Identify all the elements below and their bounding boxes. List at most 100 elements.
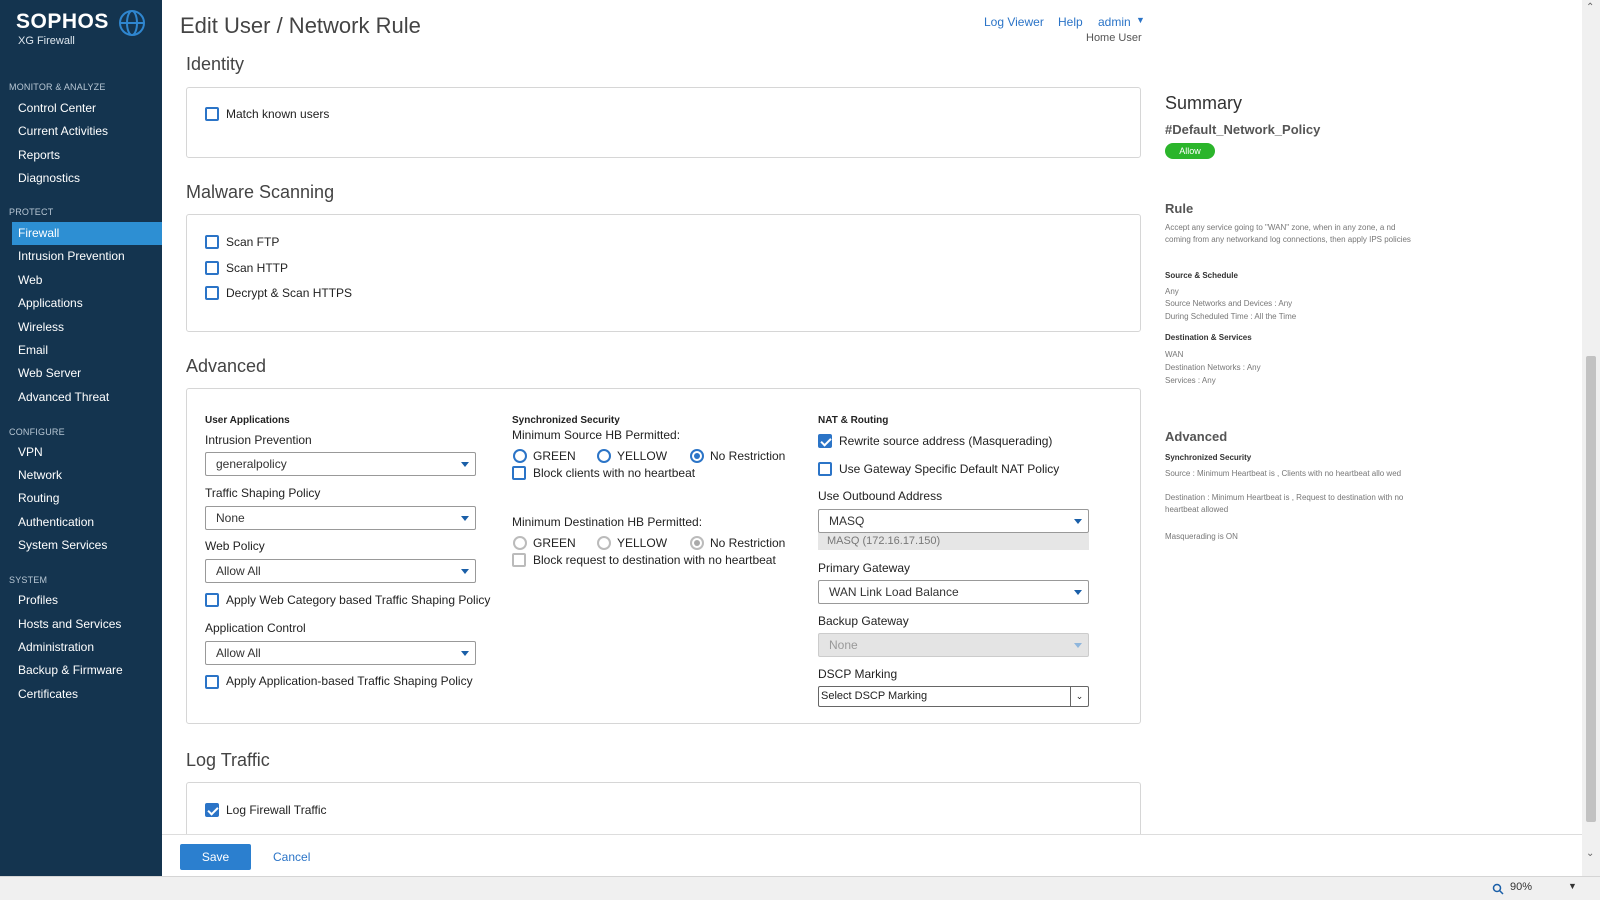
vertical-scrollbar[interactable]: ⌃ ⌄ xyxy=(1582,0,1600,876)
nav-item-control-center[interactable]: Control Center xyxy=(12,97,162,120)
block-clients-checkbox[interactable] xyxy=(512,466,526,480)
nat-routing-heading: NAT & Routing xyxy=(818,415,889,426)
summary-title: Summary xyxy=(1165,93,1243,113)
chevron-down-icon xyxy=(461,569,469,574)
ips-select[interactable]: generalpolicy xyxy=(205,452,476,476)
source-yellow-label: YELLOW xyxy=(617,449,668,463)
nav-item-current-activities[interactable]: Current Activities xyxy=(12,120,162,143)
traffic-shaping-value: None xyxy=(216,511,245,525)
backup-gateway-select[interactable]: None xyxy=(818,633,1089,657)
dscp-marking-label: DSCP Marking xyxy=(818,667,898,681)
save-button[interactable]: Save xyxy=(180,844,251,870)
web-category-shaping-checkbox[interactable] xyxy=(205,593,219,607)
user-role: Home User xyxy=(1086,32,1142,44)
nav-item-network[interactable]: Network xyxy=(12,464,162,487)
help-link[interactable]: Help xyxy=(1058,15,1083,29)
app-control-label: Application Control xyxy=(205,621,306,635)
nav-item-hosts-and-services[interactable]: Hosts and Services xyxy=(12,613,162,636)
chevron-down-icon[interactable]: ▼ xyxy=(1568,881,1577,891)
nav-item-firewall[interactable]: Firewall xyxy=(12,222,162,245)
min-source-hb-label: Minimum Source HB Permitted: xyxy=(512,428,681,442)
rewrite-source-checkbox[interactable] xyxy=(818,434,832,448)
summary-sync-heading: Synchronized Security xyxy=(1165,453,1252,462)
summary-source-heading: Source & Schedule xyxy=(1165,271,1238,280)
nav-item-vpn[interactable]: VPN xyxy=(12,441,162,464)
block-clients-label: Block clients with no heartbeat xyxy=(533,466,696,480)
app-control-value: Allow All xyxy=(216,646,261,660)
chevron-down-icon[interactable]: ▼ xyxy=(1136,15,1145,25)
brand-name: SOPHOS xyxy=(16,10,109,33)
chevron-down-icon xyxy=(1074,590,1082,595)
nav-item-authentication[interactable]: Authentication xyxy=(12,511,162,534)
nav-section-configure: CONFIGURE xyxy=(9,427,65,437)
nav-item-certificates[interactable]: Certificates xyxy=(12,683,162,706)
decrypt-https-checkbox[interactable] xyxy=(205,286,219,300)
decrypt-https-label: Decrypt & Scan HTTPS xyxy=(226,286,353,300)
scroll-down-icon[interactable]: ⌄ xyxy=(1586,848,1594,859)
traffic-shaping-select[interactable]: None xyxy=(205,506,476,530)
chevron-down-icon xyxy=(461,516,469,521)
match-known-users-checkbox[interactable] xyxy=(205,107,219,121)
dest-yellow-label: YELLOW xyxy=(617,536,668,550)
nav-item-email[interactable]: Email xyxy=(12,339,162,362)
nav-item-system-services[interactable]: System Services xyxy=(12,534,162,557)
nav-item-applications[interactable]: Applications xyxy=(12,292,162,315)
scan-http-checkbox[interactable] xyxy=(205,261,219,275)
log-traffic-section-title: Log Traffic xyxy=(186,750,270,770)
nav-item-backup-firmware[interactable]: Backup & Firmware xyxy=(12,659,162,682)
web-policy-label: Web Policy xyxy=(205,539,265,553)
log-viewer-link[interactable]: Log Viewer xyxy=(984,15,1044,29)
cancel-link[interactable]: Cancel xyxy=(273,850,310,864)
traffic-shaping-label: Traffic Shaping Policy xyxy=(205,486,321,500)
source-yellow-radio[interactable] xyxy=(597,449,611,463)
match-known-users-label: Match known users xyxy=(226,107,330,121)
ips-label: Intrusion Prevention xyxy=(205,433,312,447)
backup-gateway-value: None xyxy=(829,638,858,652)
dest-no-restriction-radio[interactable] xyxy=(690,536,704,550)
source-green-radio[interactable] xyxy=(513,449,527,463)
gateway-nat-checkbox[interactable] xyxy=(818,462,832,476)
min-dest-hb-label: Minimum Destination HB Permitted: xyxy=(512,515,703,529)
scan-ftp-checkbox[interactable] xyxy=(205,235,219,249)
scroll-up-icon[interactable]: ⌃ xyxy=(1586,2,1594,13)
nav-section-protect: PROTECT xyxy=(9,207,54,217)
summary-advanced-heading: Advanced xyxy=(1165,429,1228,444)
footer-bar xyxy=(162,834,1582,876)
web-policy-select[interactable]: Allow All xyxy=(205,559,476,583)
summary-rule-name: #Default_Network_Policy xyxy=(1165,122,1321,137)
zoom-level[interactable]: 90% xyxy=(1510,881,1532,893)
sync-security-heading: Synchronized Security xyxy=(512,415,620,426)
nav-item-profiles[interactable]: Profiles xyxy=(12,589,162,612)
nav-item-wireless[interactable]: Wireless xyxy=(12,316,162,339)
admin-menu[interactable]: admin xyxy=(1098,15,1131,29)
log-firewall-traffic-checkbox[interactable] xyxy=(205,803,219,817)
source-no-restriction-radio[interactable] xyxy=(690,449,704,463)
zoom-icon xyxy=(1492,883,1504,895)
summary-sync-source: Source : Minimum Heartbeat is , Clients … xyxy=(1165,469,1402,478)
nav-item-reports[interactable]: Reports xyxy=(12,144,162,167)
nav-item-diagnostics[interactable]: Diagnostics xyxy=(12,167,162,190)
block-dest-checkbox[interactable] xyxy=(512,553,526,567)
outbound-address-value: MASQ xyxy=(829,514,865,528)
outbound-address-detail: MASQ (172.16.17.150) xyxy=(818,533,1089,550)
primary-gateway-select[interactable]: WAN Link Load Balance xyxy=(818,580,1089,604)
nav-item-web[interactable]: Web xyxy=(12,269,162,292)
scrollbar-thumb[interactable] xyxy=(1586,356,1596,822)
source-no-restriction-label: No Restriction xyxy=(710,449,786,463)
app-control-select[interactable]: Allow All xyxy=(205,641,476,665)
scan-http-label: Scan HTTP xyxy=(226,261,289,275)
brand-logo[interactable]: SOPHOS XG Firewall xyxy=(16,10,109,47)
nav-item-intrusion-prevention[interactable]: Intrusion Prevention xyxy=(12,245,162,268)
log-traffic-panel xyxy=(186,782,1141,842)
summary-rule-description: Accept any service going to "WAN" zone, … xyxy=(1165,223,1411,244)
nav-item-web-server[interactable]: Web Server xyxy=(12,362,162,385)
nav-item-routing[interactable]: Routing xyxy=(12,487,162,510)
nav-item-advanced-threat[interactable]: Advanced Threat xyxy=(12,386,162,409)
nav-item-administration[interactable]: Administration xyxy=(12,636,162,659)
dscp-marking-select[interactable]: Select DSCP Marking ⌄ xyxy=(818,686,1089,707)
ips-select-value: generalpolicy xyxy=(216,457,287,471)
dest-yellow-radio[interactable] xyxy=(597,536,611,550)
app-shaping-checkbox[interactable] xyxy=(205,675,219,689)
dest-green-radio[interactable] xyxy=(513,536,527,550)
outbound-address-select[interactable]: MASQ xyxy=(818,509,1089,533)
